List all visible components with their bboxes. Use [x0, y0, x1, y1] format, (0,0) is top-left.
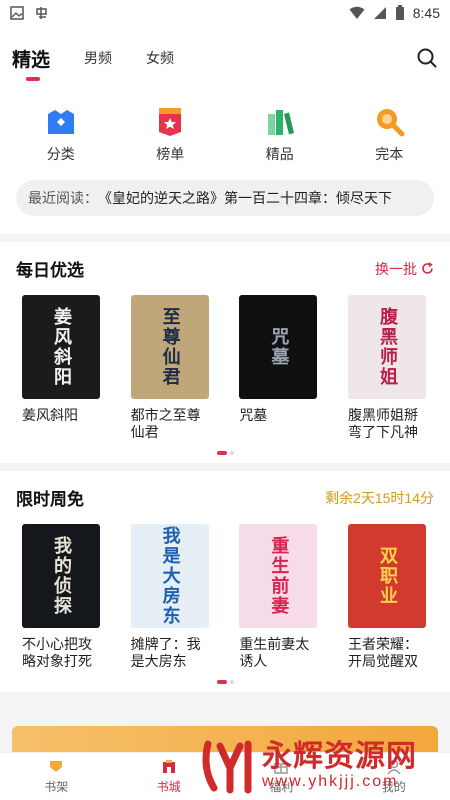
- finished-entry[interactable]: 完本: [349, 106, 429, 164]
- countdown-timer: 剩余2天15时14分: [325, 489, 434, 506]
- weekly-free-section: 限时周免 剩余2天15时14分 我的侦探不小心把攻略对象打死之… 我是大房东摊牌了…: [0, 471, 450, 692]
- book-title: 王者荣耀：开局觉醒双职业: [347, 636, 418, 669]
- book-cover-title: 姜风斜阳: [51, 307, 72, 387]
- carousel-indicator: [0, 680, 450, 684]
- top-tab-bar: 精选 男频 女频: [0, 26, 450, 90]
- book-cover[interactable]: 双职业: [347, 524, 426, 628]
- book-cover[interactable]: 重生前妻: [239, 524, 318, 628]
- book-title: 摊牌了：我是大房东: [130, 636, 201, 669]
- refresh-button[interactable]: 换一批: [375, 259, 434, 279]
- watermark-url: www.yhkjjj.com: [262, 773, 399, 790]
- book-cover-title: 双职业: [376, 546, 398, 606]
- category-label: 分类: [46, 146, 75, 162]
- nav-bookstore-label: 书城: [156, 780, 181, 794]
- tab-male[interactable]: 男频: [84, 48, 112, 68]
- signal-icon: [373, 7, 386, 19]
- app-icon: [36, 7, 47, 19]
- recent-reading-bar[interactable]: 最近阅读： 《皇妃的逆天之路》第一百二十四章：倾尽天下: [16, 180, 434, 216]
- book-card[interactable]: 腹黑师姐腹黑师姐掰弯了下凡神女: [347, 295, 428, 441]
- search-icon[interactable]: [416, 47, 438, 69]
- carousel-indicator: [0, 451, 450, 455]
- book-cover-title: 至尊仙君: [159, 307, 181, 387]
- recent-reading-title: 《皇妃的逆天之路》第一百二十四章：倾尽天下: [98, 190, 392, 206]
- premium-label: 精品: [265, 146, 294, 162]
- image-icon: [10, 6, 24, 20]
- refresh-icon: [422, 262, 433, 274]
- book-card[interactable]: 我是大房东摊牌了：我是大房东: [130, 524, 211, 670]
- daily-picks-section: 每日优选 换一批 姜风斜阳 姜风斜阳 至尊仙君 都市之至尊仙君 咒墓 咒墓 腹黑师姐 腹黑师姐…: [0, 242, 450, 463]
- category-entry[interactable]: 分类: [21, 106, 101, 164]
- book-title: 不小心把攻略对象打死之…: [22, 636, 92, 669]
- finished-label: 完本: [375, 146, 404, 162]
- book-cover[interactable]: 我是大房东: [130, 524, 209, 628]
- bookstore-icon: [162, 760, 175, 773]
- books-icon: [267, 110, 294, 135]
- book-cover-title: 咒墓: [268, 327, 290, 367]
- book-cover[interactable]: 至尊仙君: [130, 295, 209, 399]
- nav-bookshelf-label: 书架: [44, 780, 69, 794]
- watermark: 永辉资源网 www.yhkjjj.com: [200, 738, 417, 794]
- clock: 8:45: [412, 5, 440, 21]
- book-cover-title: 我是大房东: [159, 526, 181, 626]
- book-cover[interactable]: 咒墓: [239, 295, 318, 399]
- book-title: 都市之至尊仙君: [130, 407, 201, 440]
- watermark-logo-icon: [202, 740, 252, 794]
- wifi-icon: [349, 6, 365, 19]
- book-title: 姜风斜阳: [22, 407, 78, 423]
- book-cover-title: 腹黑师姐: [376, 307, 398, 387]
- watermark-text: 永辉资源网: [262, 740, 417, 773]
- status-bar: 8:45: [0, 0, 450, 26]
- ranking-label: 榜单: [156, 146, 185, 162]
- book-card[interactable]: 至尊仙君都市之至尊仙君: [130, 295, 211, 441]
- section-title: 每日优选: [16, 261, 84, 280]
- book-cover-title: 重生前妻: [268, 536, 290, 616]
- book-card[interactable]: 姜风斜阳 姜风斜阳: [22, 295, 102, 441]
- book-title: 腹黑师姐掰弯了下凡神女: [347, 407, 418, 440]
- book-card[interactable]: 重生前妻重生前妻太诱人: [239, 524, 319, 670]
- book-title: 咒墓: [239, 407, 268, 423]
- book-card[interactable]: 咒墓 咒墓: [239, 295, 319, 441]
- book-cover[interactable]: 姜风斜阳: [22, 295, 100, 399]
- section-title: 限时周免: [16, 490, 84, 509]
- category-icon: [47, 110, 74, 134]
- finished-icon: [377, 109, 405, 137]
- battery-icon: [395, 5, 404, 20]
- premium-entry[interactable]: 精品: [240, 106, 320, 164]
- ranking-icon: [159, 108, 182, 136]
- refresh-label: 换一批: [375, 260, 417, 277]
- recent-reading-label: 最近阅读：: [28, 190, 98, 206]
- book-card[interactable]: 双职业王者荣耀：开局觉醒双职业: [347, 524, 428, 670]
- book-cover-title: 我的侦探: [51, 536, 72, 616]
- book-cover[interactable]: 我的侦探: [22, 524, 100, 628]
- book-card[interactable]: 我的侦探不小心把攻略对象打死之…: [22, 524, 102, 670]
- tab-female[interactable]: 女频: [146, 48, 174, 68]
- book-cover[interactable]: 腹黑师姐: [347, 295, 426, 399]
- ranking-entry[interactable]: 榜单: [130, 106, 210, 164]
- book-title: 重生前妻太诱人: [239, 636, 310, 669]
- nav-bookshelf[interactable]: 书架: [0, 753, 113, 800]
- tab-featured[interactable]: 精选: [12, 45, 50, 81]
- quick-entry-panel: 分类 榜单 精品 完本 最近阅读： 《皇妃的逆天之路》第一百二十四章：倾尽天下: [0, 90, 450, 234]
- bookshelf-icon: [50, 761, 63, 772]
